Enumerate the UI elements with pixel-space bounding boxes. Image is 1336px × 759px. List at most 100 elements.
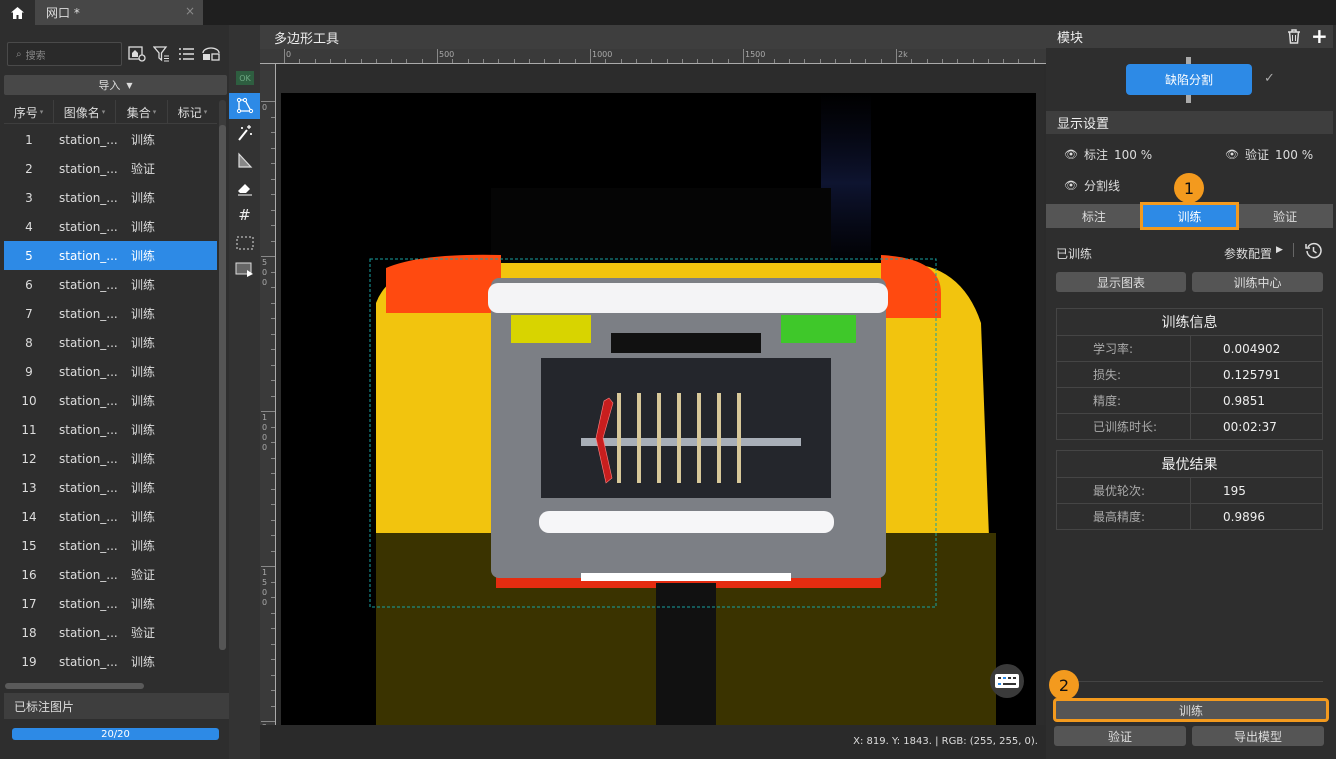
col-index[interactable]: 序号 ▾: [4, 100, 54, 124]
training-center-button[interactable]: 训练中心: [1192, 272, 1323, 292]
table-row[interactable]: 9 station_... 训练: [4, 357, 217, 386]
info-value: 0.125791: [1190, 361, 1323, 388]
import-label: 导入: [98, 79, 121, 92]
table-row[interactable]: 11 station_... 训练: [4, 415, 217, 444]
tab-validate[interactable]: 验证: [1237, 204, 1333, 228]
col-image-name[interactable]: 图像名 ▾: [54, 100, 116, 124]
cell-index: 1: [25, 132, 33, 147]
tab-train[interactable]: 训练: [1139, 202, 1240, 230]
ruler-label: 1500: [745, 50, 766, 59]
table-row[interactable]: 13 station_... 训练: [4, 473, 217, 502]
tab-annotate[interactable]: 标注: [1046, 204, 1142, 228]
table-row[interactable]: 15 station_... 训练: [4, 531, 217, 560]
ruler-tick: [271, 612, 275, 614]
list-scrollbar-thumb[interactable]: [219, 125, 226, 650]
table-row[interactable]: 8 station_... 训练: [4, 328, 217, 357]
table-row: 最高精度: 0.9896: [1056, 503, 1323, 530]
rect-select-button[interactable]: [229, 230, 260, 256]
ruler-tick: [987, 59, 989, 63]
horizontal-scrollbar[interactable]: [5, 683, 144, 689]
keyboard-shortcuts-button[interactable]: [990, 664, 1024, 698]
ruler-tick: [467, 59, 469, 63]
ruler-tick: [271, 209, 275, 211]
list-view-icon[interactable]: [175, 43, 197, 65]
toggle-segmentation-lines[interactable]: 👁 分割线: [1064, 177, 1120, 194]
grid-icon: #: [238, 206, 251, 224]
table-row[interactable]: 6 station_... 训练: [4, 270, 217, 299]
history-icon[interactable]: [1305, 242, 1322, 262]
ok-badge[interactable]: OK: [236, 71, 254, 85]
table-row[interactable]: 10 station_... 训练: [4, 386, 217, 415]
add-module-icon[interactable]: +: [1311, 26, 1328, 46]
toggle-validation-visibility[interactable]: 👁 验证 100 %: [1225, 146, 1313, 163]
home-button[interactable]: [0, 0, 35, 25]
trained-status: 已训练: [1056, 247, 1093, 261]
image-settings-icon[interactable]: [126, 43, 148, 65]
cell-index: 14: [21, 509, 37, 524]
cell-index: 2: [25, 161, 33, 176]
cell-index: 17: [21, 596, 37, 611]
table-row[interactable]: 7 station_... 训练: [4, 299, 217, 328]
show-chart-button[interactable]: 显示图表: [1056, 272, 1186, 292]
table-row[interactable]: 4 station_... 训练: [4, 212, 217, 241]
train-button[interactable]: 训练: [1053, 698, 1329, 722]
split-view-icon[interactable]: [200, 43, 222, 65]
table-row[interactable]: 18 station_... 验证: [4, 618, 217, 647]
col-set[interactable]: 集合 ▾: [116, 100, 168, 124]
display-settings-title: 显示设置: [1057, 117, 1110, 132]
ruler-tick: [271, 364, 275, 366]
ruler-label: 0: [286, 50, 292, 59]
import-button[interactable]: 导入 ▼: [4, 75, 227, 95]
close-tab-icon[interactable]: ×: [185, 4, 195, 18]
cell-index: 6: [25, 277, 33, 292]
connector-bottom: [1186, 95, 1191, 103]
polygon-tool-icon: [236, 97, 253, 114]
table-row[interactable]: 19 station_... 训练: [4, 647, 217, 676]
info-value: 195: [1190, 477, 1323, 504]
ruler-tick: [271, 380, 275, 381]
grid-tool-button[interactable]: #: [229, 202, 260, 228]
cell-set: 训练: [131, 365, 156, 379]
cell-index: 7: [25, 306, 33, 321]
table-row[interactable]: 16 station_... 验证: [4, 560, 217, 589]
table-row[interactable]: 17 station_... 训练: [4, 589, 217, 618]
param-config-link[interactable]: 参数配置 ▶: [1224, 245, 1283, 262]
ruler-tick: [834, 59, 836, 63]
cell-index: 19: [21, 654, 37, 669]
table-row[interactable]: 12 station_... 训练: [4, 444, 217, 473]
ruler-tick: [574, 59, 576, 63]
eraser-button[interactable]: [229, 175, 260, 201]
cell-name: station_...: [59, 190, 118, 205]
fill-tool-button[interactable]: [229, 148, 260, 174]
defect-segmentation-module[interactable]: 缺陷分割: [1126, 64, 1252, 95]
magic-wand-button[interactable]: [229, 120, 260, 146]
annotation-label: 标注: [1083, 148, 1108, 162]
table-row[interactable]: 5 station_... 训练: [4, 241, 217, 270]
inspection-image[interactable]: [281, 93, 1036, 725]
eye-icon: 👁: [1064, 148, 1078, 161]
table-row[interactable]: 1 station_... 训练: [4, 125, 217, 154]
col-mark[interactable]: 标记 ▾: [168, 100, 217, 124]
cell-set: 训练: [131, 539, 156, 553]
table-row[interactable]: 14 station_... 训练: [4, 502, 217, 531]
delete-module-icon[interactable]: [1287, 29, 1301, 48]
training-info-table: 训练信息 学习率: 0.004902 损失: 0.125791 精度: 0.9851 …: [1056, 308, 1323, 440]
table-row: 损失: 0.125791: [1056, 361, 1323, 388]
search-input[interactable]: ⌕ 搜索: [7, 42, 122, 66]
export-model-button[interactable]: 导出模型: [1192, 726, 1324, 746]
tab-document[interactable]: 网口 * ×: [35, 0, 203, 25]
table-row[interactable]: 3 station_... 训练: [4, 183, 217, 212]
filter-icon[interactable]: [151, 43, 173, 65]
table-row: 学习率: 0.004902: [1056, 335, 1323, 362]
cell-set: 训练: [131, 307, 156, 321]
polygon-tool-button[interactable]: [229, 93, 260, 119]
toggle-annotation-visibility[interactable]: 👁 标注 100 %: [1064, 146, 1152, 163]
table-row[interactable]: 2 station_... 验证: [4, 154, 217, 183]
tab-title: 网口 *: [46, 6, 80, 20]
info-key: 最高精度:: [1056, 503, 1191, 530]
validate-button[interactable]: 验证: [1054, 726, 1186, 746]
ruler-tick: [605, 59, 607, 63]
caret-down-icon: ▼: [126, 80, 133, 90]
rect-tool-button[interactable]: [229, 257, 260, 283]
module-name: 缺陷分割: [1164, 73, 1213, 87]
